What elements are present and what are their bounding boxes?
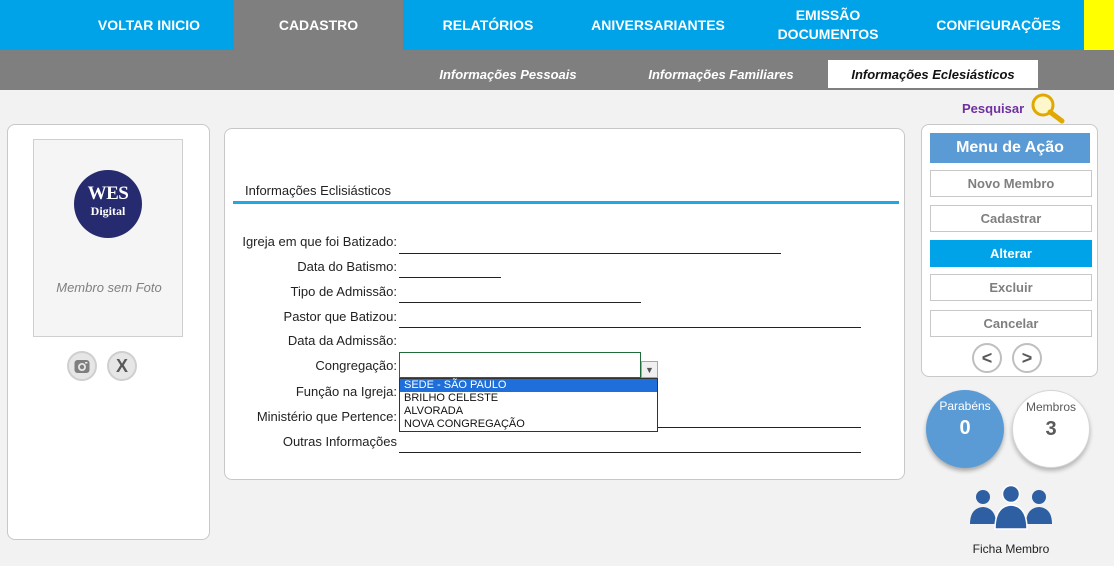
ficha-membro-button[interactable] <box>956 484 1066 537</box>
wes-digital-logo: WES Digital <box>74 170 142 238</box>
search-button[interactable]: Pesquisar <box>962 92 1068 124</box>
sub-nav: Informações Pessoais Informações Familia… <box>0 50 1114 90</box>
button-label: Alterar <box>990 246 1032 261</box>
button-label: Cancelar <box>983 316 1039 331</box>
nav-label: ANIVERSARIANTES <box>591 16 725 33</box>
nav-voltar-inicio[interactable]: VOLTAR INICIO <box>64 0 234 50</box>
label-data-admissao: Data da Admissão: <box>287 333 397 348</box>
form-panel: Informações Eclisiásticos Igreja em que … <box>224 128 905 480</box>
parabens-value: 0 <box>959 417 971 439</box>
cancelar-button[interactable]: Cancelar <box>930 310 1092 337</box>
membros-value: 3 <box>1045 418 1057 440</box>
nav-configuracoes[interactable]: CONFIGURAÇÕES <box>913 0 1084 50</box>
membros-counter[interactable]: Membros 3 <box>1012 390 1090 468</box>
nav-label: VOLTAR INICIO <box>97 16 201 33</box>
pastor-batizou-field[interactable] <box>399 327 861 328</box>
camera-button[interactable] <box>67 351 97 381</box>
alterar-button[interactable]: Alterar <box>930 240 1092 267</box>
nav-cadastro[interactable]: CADASTRO <box>234 0 403 50</box>
action-menu-title: Menu de Ação <box>930 133 1090 163</box>
member-photo[interactable]: WES Digital Membro sem Foto <box>33 139 183 337</box>
dropdown-option[interactable]: SEDE - SÃO PAULO <box>400 379 657 392</box>
camera-icon <box>74 360 90 373</box>
accent-block <box>1084 0 1114 50</box>
form-divider <box>233 201 899 204</box>
excluir-button[interactable]: Excluir <box>930 274 1092 301</box>
label-data-batismo: Data do Batismo: <box>297 259 397 274</box>
tab-label: Informações Pessoais <box>439 66 577 82</box>
action-menu: Menu de Ação Novo Membro Cadastrar Alter… <box>921 124 1098 377</box>
button-label: Excluir <box>989 280 1033 295</box>
tab-label: Informações Familiares <box>648 66 794 82</box>
form-title: Informações Eclisiásticos <box>245 183 391 198</box>
dropdown-option[interactable]: BRILHO CELESTE <box>400 392 657 405</box>
nav-label: CONFIGURAÇÕES <box>936 16 1061 33</box>
nav-aniversariantes[interactable]: ANIVERSARIANTES <box>573 0 743 50</box>
remove-photo-button[interactable]: X <box>107 351 137 381</box>
congregacao-options: SEDE - SÃO PAULO BRILHO CELESTE ALVORADA… <box>399 378 658 432</box>
dropdown-option[interactable]: ALVORADA <box>400 405 657 418</box>
parabens-label: Parabéns <box>939 399 991 413</box>
logo-subtext: Digital <box>90 204 126 218</box>
igreja-batizado-field[interactable] <box>399 253 781 254</box>
parabens-counter[interactable]: Parabéns 0 <box>926 390 1004 468</box>
outras-informacoes-field[interactable] <box>399 452 861 453</box>
tipo-admissao-field[interactable] <box>399 302 641 303</box>
label-pastor-batizou: Pastor que Batizou: <box>283 309 397 324</box>
dropdown-option[interactable]: NOVA CONGREGAÇÃO <box>400 418 657 431</box>
nav-emissao-documentos[interactable]: EMISSÃO DOCUMENTOS <box>758 0 898 50</box>
next-record-button[interactable]: > <box>1012 343 1042 373</box>
novo-membro-button[interactable]: Novo Membro <box>930 170 1092 197</box>
tab-informacoes-pessoais[interactable]: Informações Pessoais <box>415 60 601 88</box>
nav-label: EMISSÃO DOCUMENTOS <box>777 7 879 42</box>
logo-text: WES <box>87 183 129 204</box>
remove-photo-label: X <box>115 355 128 376</box>
congregacao-dropdown-button[interactable]: ▼ <box>641 361 658 378</box>
photo-panel: WES Digital Membro sem Foto X <box>7 124 210 540</box>
users-group-icon <box>970 484 1052 530</box>
tab-informacoes-eclesiasticos[interactable]: Informações Eclesiásticos <box>828 60 1038 88</box>
congregacao-select[interactable] <box>399 352 641 378</box>
chevron-down-icon: ▼ <box>645 364 654 375</box>
label-outras-informacoes: Outras Informações <box>282 434 397 449</box>
ficha-membro-label: Ficha Membro <box>972 542 1050 556</box>
previous-record-button[interactable]: < <box>972 343 1002 373</box>
cadastrar-button[interactable]: Cadastrar <box>930 205 1092 232</box>
no-photo-label: Membro sem Foto <box>56 280 162 295</box>
label-funcao-igreja: Função na Igreja: <box>295 384 397 399</box>
chevron-right-icon: > <box>1021 347 1033 368</box>
nav-relatorios[interactable]: RELATÓRIOS <box>403 0 573 50</box>
label-igreja-batizado: Igreja em que foi Batizado: <box>242 234 397 249</box>
membros-label: Membros <box>1025 400 1076 414</box>
nav-label: CADASTRO <box>278 16 359 33</box>
tab-label: Informações Eclesiásticos <box>851 66 1015 82</box>
chevron-left-icon: < <box>981 347 993 368</box>
magnifier-icon <box>1031 93 1065 124</box>
button-label: Novo Membro <box>967 176 1055 191</box>
search-label: Pesquisar <box>962 100 1025 116</box>
label-tipo-admissao: Tipo de Admissão: <box>290 284 397 299</box>
button-label: Cadastrar <box>980 211 1042 226</box>
label-ministerio: Ministério que Pertence: <box>256 409 397 424</box>
label-congregacao: Congregação: <box>315 358 397 373</box>
top-nav: VOLTAR INICIO CADASTRO RELATÓRIOS ANIVER… <box>0 0 1114 50</box>
data-batismo-field[interactable] <box>399 277 501 278</box>
tab-informacoes-familiares[interactable]: Informações Familiares <box>616 60 826 88</box>
nav-label: RELATÓRIOS <box>442 16 534 33</box>
